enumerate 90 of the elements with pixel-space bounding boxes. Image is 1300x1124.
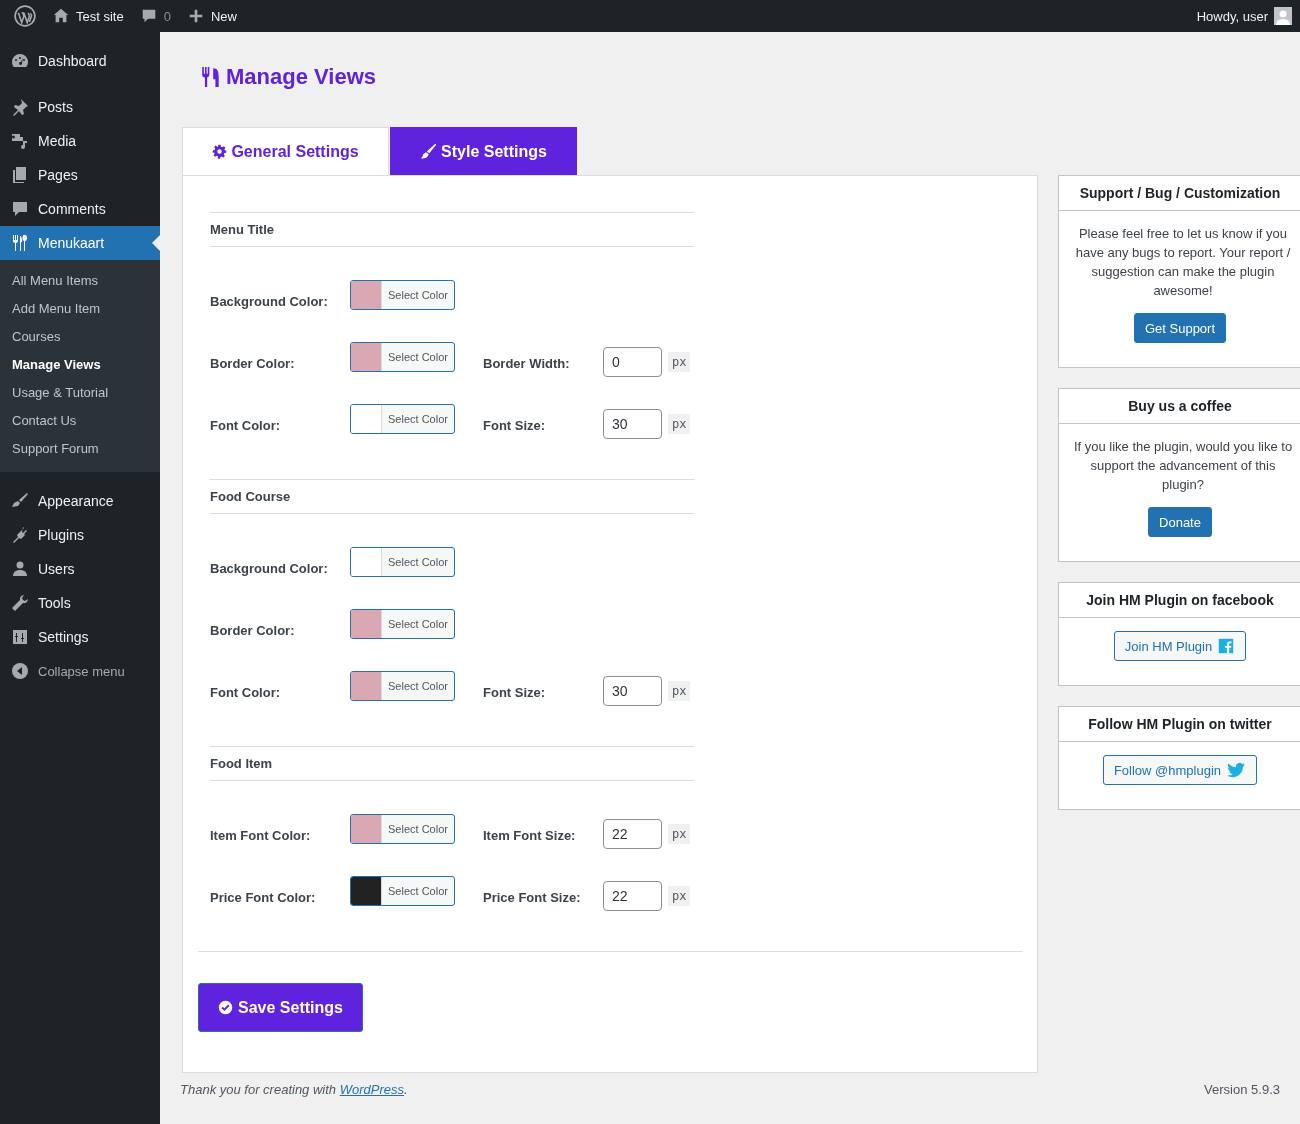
color-picker[interactable]: Select Color: [350, 609, 455, 639]
unit-label: px: [668, 352, 691, 372]
field-label: Border Color:: [210, 354, 296, 371]
site-link[interactable]: Test site: [44, 7, 132, 25]
field-label: Price Font Color:: [210, 888, 317, 905]
menu-item[interactable]: Media: [0, 124, 160, 158]
field-label: Background Color:: [210, 559, 329, 576]
widget-title: Follow HM Plugin on twitter: [1059, 707, 1300, 742]
unit-label: px: [668, 414, 691, 434]
widget-title: Support / Bug / Customization: [1059, 176, 1300, 211]
field-label: Font Size:: [483, 416, 547, 433]
page-title: Manage Views: [226, 64, 376, 90]
color-picker[interactable]: Select Color: [350, 814, 455, 844]
footer-text: Thank you for creating with WordPress.: [180, 1082, 408, 1099]
menu-item[interactable]: Appearance: [0, 484, 160, 518]
number-input[interactable]: 30: [603, 676, 662, 706]
menu-item[interactable]: Comments: [0, 192, 160, 226]
sliders-icon: [10, 627, 30, 647]
paintbrush-icon: [420, 143, 438, 160]
number-input[interactable]: 22: [603, 881, 662, 911]
field-label: Item Font Size:: [483, 826, 577, 843]
wrench-icon: [10, 593, 30, 613]
submenu-item[interactable]: Manage Views: [0, 351, 160, 379]
number-input[interactable]: 0: [603, 347, 662, 377]
menu-item[interactable]: Tools: [0, 586, 160, 620]
gear-icon: [212, 144, 228, 159]
number-input[interactable]: 30: [603, 409, 662, 439]
submenu-item[interactable]: Courses: [0, 323, 160, 351]
submenu-item[interactable]: Contact Us: [0, 407, 160, 435]
field-label: Item Font Color:: [210, 826, 312, 843]
unit-label: px: [668, 886, 691, 906]
cutlery-icon: [10, 233, 30, 253]
cutlery-icon: [200, 66, 222, 88]
greeting[interactable]: Howdy, user: [1196, 8, 1268, 24]
section-heading: Menu Title: [210, 212, 694, 247]
menu-item[interactable]: Plugins: [0, 518, 160, 552]
unit-label: px: [668, 824, 691, 844]
widget-text: If you like the plugin, would you like to support the advancement of this plugin?: [1072, 438, 1294, 494]
check-circle-icon: [218, 1000, 234, 1015]
avatar-icon: [1274, 7, 1292, 25]
number-input[interactable]: 22: [603, 819, 662, 849]
new-link[interactable]: New: [178, 7, 245, 25]
widget-text: Please feel free to let us know if you have any bugs to report. Your report / suggestion can make the plugin awesome!: [1074, 225, 1292, 300]
menu-item[interactable]: Users: [0, 552, 160, 586]
menu-item[interactable]: Pages: [0, 158, 160, 192]
unit-label: px: [668, 681, 691, 701]
submenu-item[interactable]: Usage & Tutorial: [0, 379, 160, 407]
field-label: Background Color:: [210, 292, 329, 309]
facebook-icon: [1217, 637, 1236, 655]
comments-link[interactable]: 0: [131, 7, 179, 25]
widget-button[interactable]: Get Support: [1133, 313, 1227, 343]
field-label: Font Color:: [210, 683, 282, 700]
facebook-button[interactable]: Join HM Plugin: [1113, 631, 1247, 661]
menu-item[interactable]: Settings: [0, 620, 160, 654]
submenu-item[interactable]: Support Forum: [0, 435, 160, 463]
color-picker[interactable]: Select Color: [350, 342, 455, 372]
tab[interactable]: Style Settings: [390, 127, 577, 175]
user-icon: [10, 559, 30, 579]
menu-item[interactable]: Menukaart: [0, 226, 160, 260]
field-label: Font Color:: [210, 416, 282, 433]
submenu-item[interactable]: All Menu Items: [0, 267, 160, 295]
save-button[interactable]: Save Settings: [198, 983, 363, 1032]
field-label: Border Color:: [210, 621, 296, 638]
media-icon: [10, 131, 30, 151]
menu-item[interactable]: Posts: [0, 90, 160, 124]
submenu-item[interactable]: Add Menu Item: [0, 295, 160, 323]
color-picker[interactable]: Select Color: [350, 404, 455, 434]
color-picker[interactable]: Select Color: [350, 280, 455, 310]
widget-title: Buy us a coffee: [1059, 389, 1300, 424]
color-picker[interactable]: Select Color: [350, 671, 455, 701]
section-heading: Food Item: [210, 746, 694, 781]
twitter-button[interactable]: Follow @hmplugin: [1102, 755, 1258, 785]
color-picker[interactable]: Select Color: [350, 547, 455, 577]
home-icon: [52, 7, 70, 25]
field-label: Font Size:: [483, 683, 547, 700]
wordpress-link[interactable]: WordPress: [339, 1082, 404, 1097]
section-heading: Food Course: [210, 479, 694, 514]
left-arrow-circle-icon: [10, 661, 30, 681]
collapse-menu-button[interactable]: Collapse menu: [0, 654, 160, 688]
field-label: Price Font Size:: [483, 888, 582, 905]
tab[interactable]: General Settings: [182, 127, 389, 175]
widget-title: Join HM Plugin on facebook: [1059, 583, 1300, 618]
color-picker[interactable]: Select Color: [350, 876, 455, 906]
version-text: Version 5.9.3: [1204, 1082, 1280, 1099]
speech-bubble-icon: [10, 199, 30, 219]
field-label: Border Width:: [483, 354, 571, 371]
bird-icon: [1226, 760, 1247, 780]
menu-item[interactable]: Dashboard: [0, 44, 160, 78]
widget-button[interactable]: Donate: [1148, 507, 1212, 537]
wordpress-logo-icon: [14, 5, 36, 27]
